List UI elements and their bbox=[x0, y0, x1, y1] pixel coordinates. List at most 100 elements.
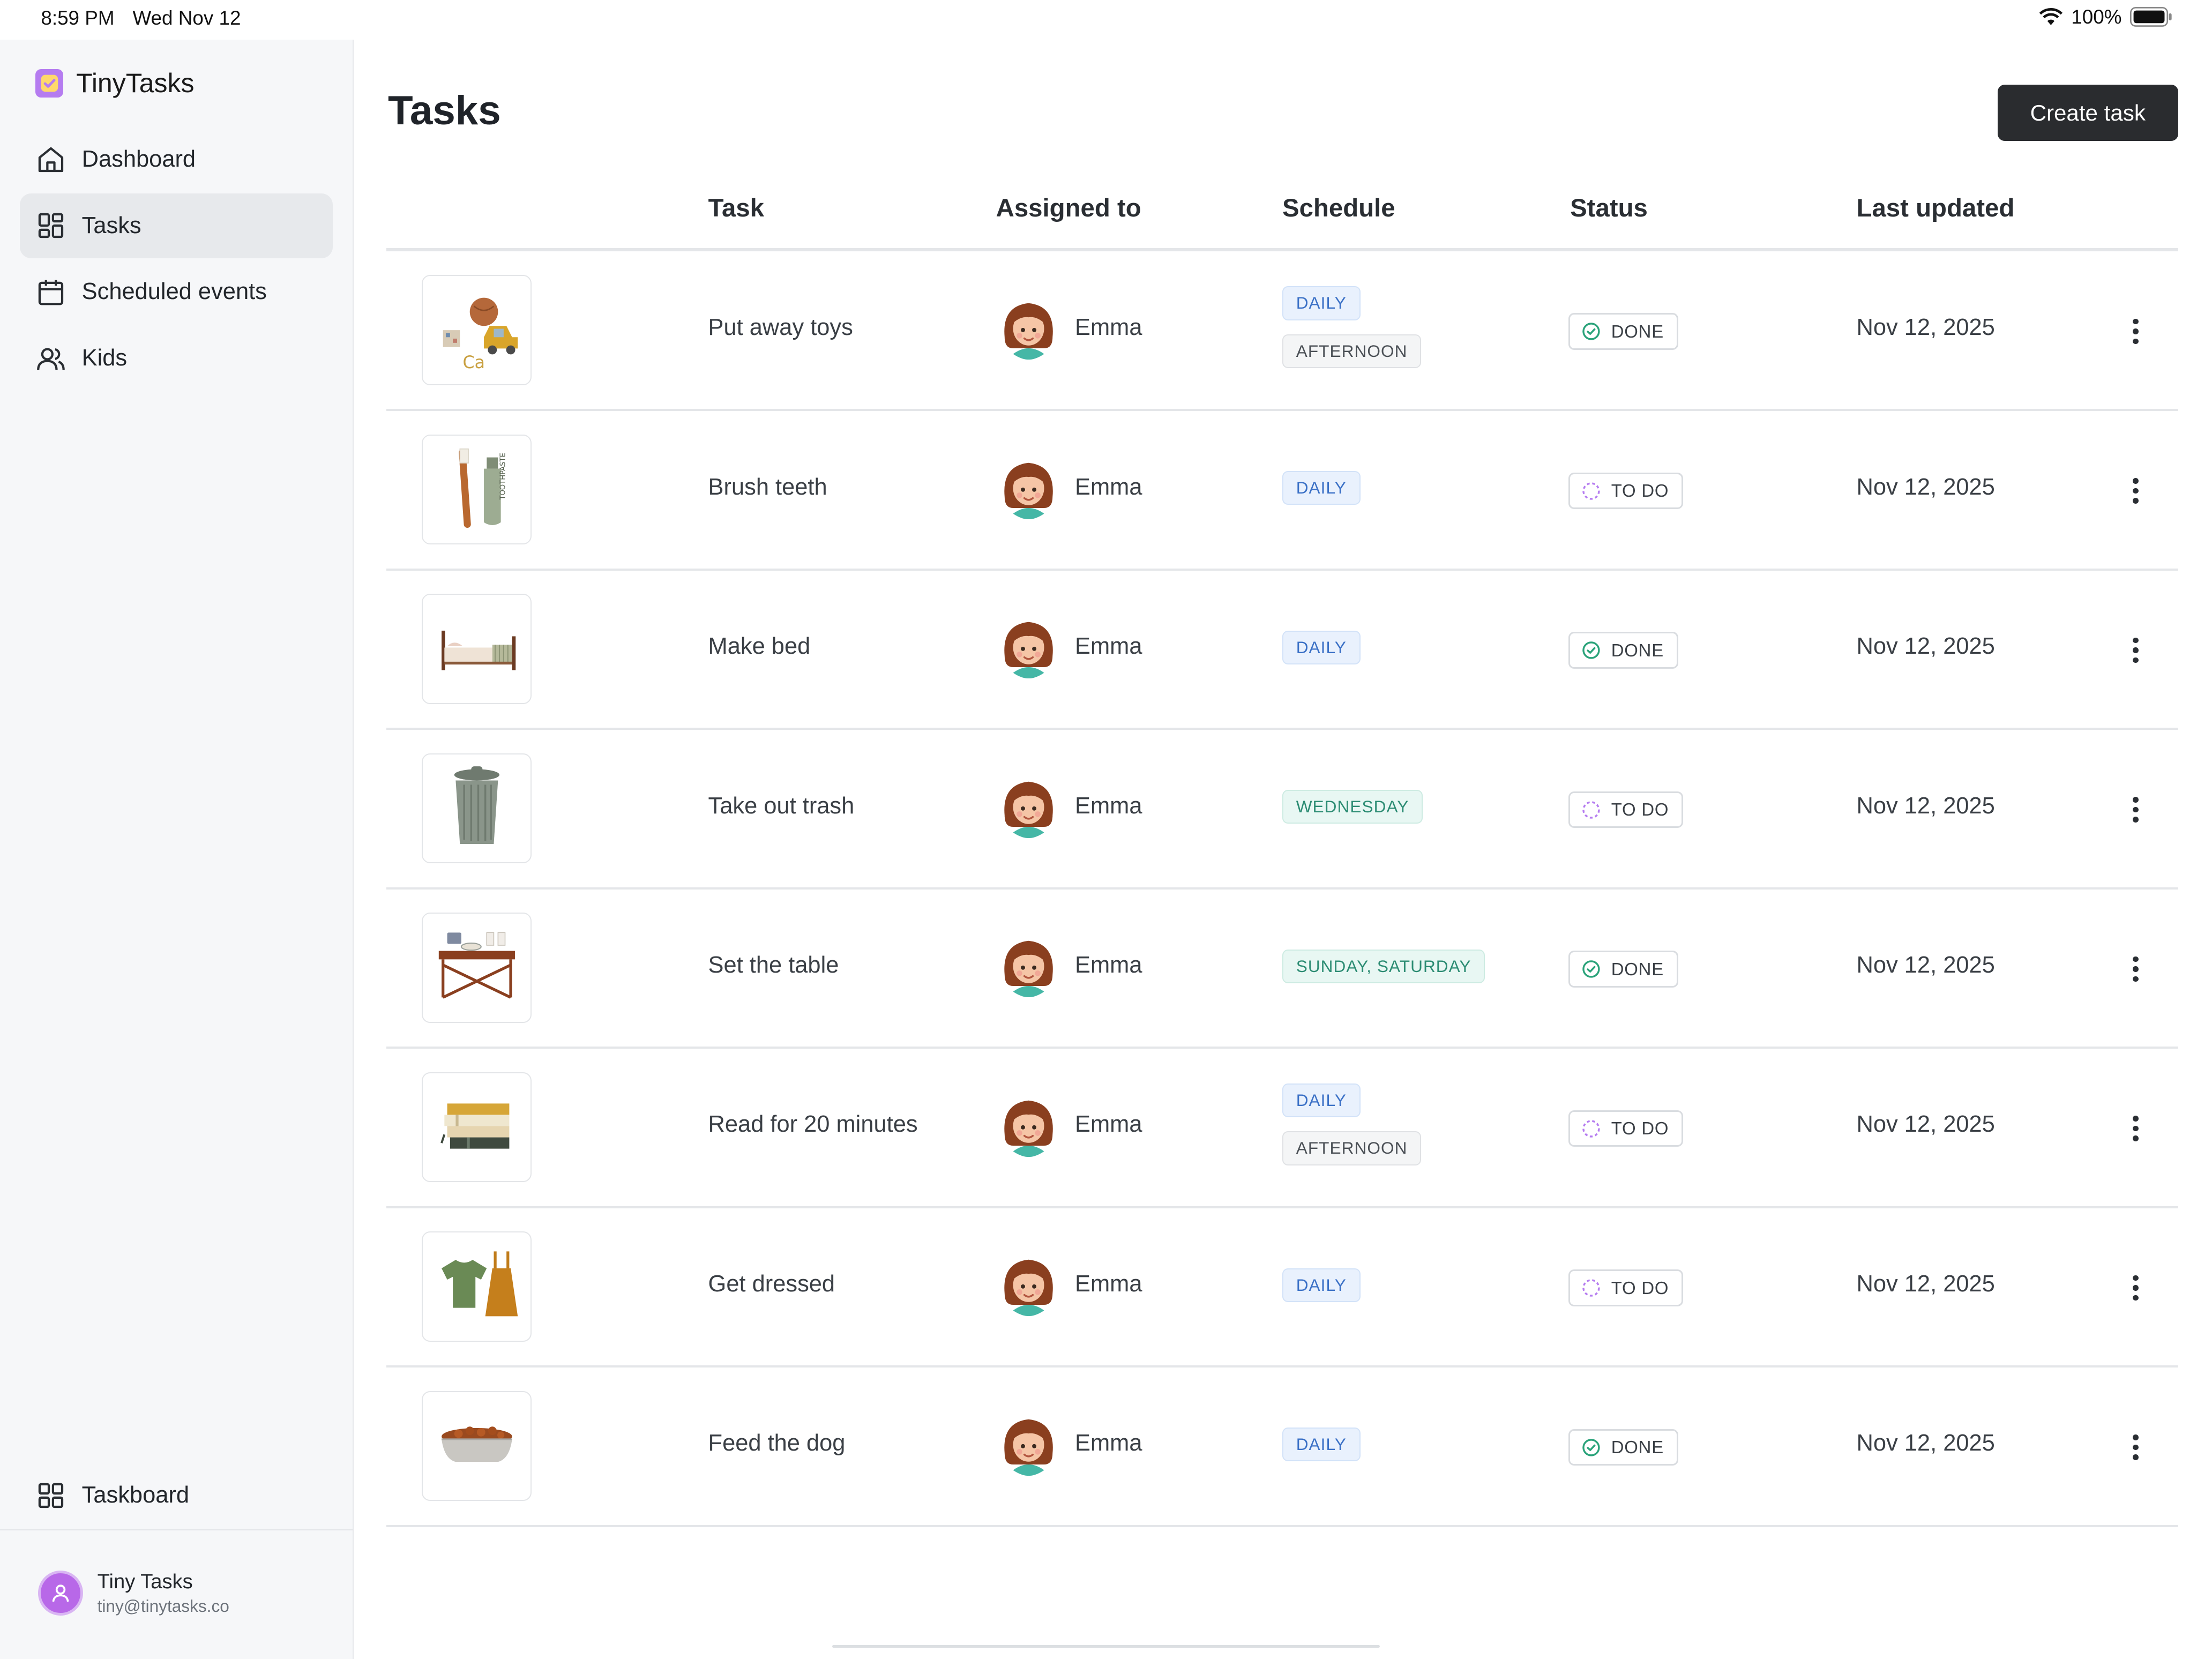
table-icon bbox=[430, 918, 524, 1017]
column-header-last-updated[interactable]: Last updated bbox=[1857, 193, 2015, 223]
status-date: Wed Nov 12 bbox=[132, 7, 241, 29]
column-header-status[interactable]: Status bbox=[1570, 193, 1648, 223]
status-badge[interactable]: DONE bbox=[1568, 632, 1678, 669]
table-row[interactable]: Read for 20 minutes Emma DAILY AFTERNOON TO … bbox=[386, 1048, 2178, 1207]
column-header-task[interactable]: Task bbox=[708, 193, 764, 223]
sidebar-item-taskboard[interactable]: Taskboard bbox=[20, 1463, 333, 1528]
table-row[interactable]: Get dressed Emma DAILY TO DO Nov 12, 2025 bbox=[386, 1208, 2178, 1367]
schedule-badge: WEDNESDAY bbox=[1282, 790, 1423, 824]
table-row[interactable]: Set the table Emma SUNDAY, SATURDAY DONE Nov… bbox=[386, 889, 2178, 1048]
users-icon bbox=[35, 343, 66, 374]
avatar bbox=[996, 932, 1061, 1003]
more-options-icon[interactable] bbox=[2125, 1429, 2147, 1466]
assignee-name: Emma bbox=[1075, 1430, 1142, 1456]
grid-icon bbox=[35, 210, 66, 241]
app-window: 8:59 PM Wed Nov 12 100% TinyTasks Dashbo… bbox=[0, 0, 2212, 1659]
trash-can-icon bbox=[430, 759, 524, 858]
avatar bbox=[996, 614, 1061, 684]
last-updated: Nov 12, 2025 bbox=[1856, 952, 1995, 978]
table-row[interactable]: TOOTHPASTE Brush teeth Emma DAILY TO DO Nov 1… bbox=[386, 410, 2178, 570]
app-name: TinyTasks bbox=[76, 68, 195, 99]
assignee-name: Emma bbox=[1075, 633, 1142, 660]
schedule-badge: AFTERNOON bbox=[1282, 1131, 1422, 1165]
column-header-assigned-to[interactable]: Assigned to bbox=[996, 193, 1141, 223]
status-badge[interactable]: DONE bbox=[1568, 1429, 1678, 1466]
status-bar: 8:59 PM Wed Nov 12 100% bbox=[0, 0, 2212, 40]
schedule-badge: AFTERNOON bbox=[1282, 334, 1422, 369]
status-badge[interactable]: DONE bbox=[1568, 313, 1678, 350]
status-badge[interactable]: TO DO bbox=[1568, 791, 1683, 828]
task-name[interactable]: Feed the dog bbox=[708, 1430, 846, 1456]
task-thumbnail: TOOTHPASTE bbox=[422, 434, 532, 545]
create-task-button[interactable]: Create task bbox=[1997, 84, 2178, 141]
user-profile[interactable]: Tiny Tasks tiny@tinytasks.co bbox=[38, 1570, 229, 1616]
sidebar-item-label: Dashboard bbox=[81, 146, 196, 172]
more-options-icon[interactable] bbox=[2125, 632, 2147, 668]
more-options-icon[interactable] bbox=[2125, 313, 2147, 349]
task-name[interactable]: Brush teeth bbox=[708, 474, 827, 500]
dashed-circle-icon bbox=[1581, 800, 1601, 820]
schedule-badge: DAILY bbox=[1282, 286, 1361, 320]
dashed-circle-icon bbox=[1581, 1119, 1601, 1139]
check-circle-icon bbox=[1581, 322, 1601, 341]
status-label: TO DO bbox=[1611, 481, 1669, 501]
calendar-icon bbox=[35, 276, 66, 308]
avatar bbox=[38, 1571, 84, 1616]
svg-text:TOOTHPASTE: TOOTHPASTE bbox=[499, 453, 507, 500]
task-name[interactable]: Set the table bbox=[708, 952, 839, 978]
more-options-icon[interactable] bbox=[2125, 1269, 2147, 1306]
home-icon bbox=[35, 144, 66, 175]
table-row[interactable]: Feed the dog Emma DAILY DONE Nov 12, 2025 bbox=[386, 1367, 2178, 1526]
schedule-badge: DAILY bbox=[1282, 1268, 1361, 1302]
column-header-schedule[interactable]: Schedule bbox=[1282, 193, 1395, 223]
last-updated: Nov 12, 2025 bbox=[1856, 474, 1995, 500]
task-thumbnail bbox=[422, 1231, 532, 1342]
task-thumbnail bbox=[422, 1072, 532, 1183]
assignee-name: Emma bbox=[1075, 474, 1142, 500]
battery-percent: 100% bbox=[2071, 5, 2122, 28]
status-badge[interactable]: TO DO bbox=[1568, 1269, 1683, 1306]
status-time: 8:59 PM bbox=[41, 7, 115, 29]
status-label: TO DO bbox=[1611, 1118, 1669, 1139]
clothes-icon bbox=[430, 1237, 524, 1336]
page-title: Tasks bbox=[387, 88, 501, 134]
sidebar-item-label: Tasks bbox=[81, 212, 141, 238]
sidebar-item-dashboard[interactable]: Dashboard bbox=[20, 127, 333, 192]
brand[interactable]: TinyTasks bbox=[35, 68, 195, 99]
task-name[interactable]: Put away toys bbox=[708, 315, 853, 341]
assignee-name: Emma bbox=[1075, 952, 1142, 978]
more-options-icon[interactable] bbox=[2125, 1110, 2147, 1147]
avatar bbox=[996, 1251, 1061, 1321]
task-name[interactable]: Get dressed bbox=[708, 1271, 835, 1297]
schedule-badge: DAILY bbox=[1282, 630, 1361, 664]
sidebar-item-tasks[interactable]: Tasks bbox=[19, 193, 333, 258]
check-circle-icon bbox=[1581, 640, 1601, 660]
task-thumbnail bbox=[422, 594, 532, 704]
avatar bbox=[996, 454, 1061, 525]
table-row[interactable]: Take out trash Emma WEDNESDAY TO DO Nov 12, … bbox=[386, 729, 2178, 888]
status-badge[interactable]: TO DO bbox=[1568, 472, 1683, 510]
more-options-icon[interactable] bbox=[2125, 791, 2147, 828]
status-badge[interactable]: TO DO bbox=[1568, 1110, 1683, 1147]
sidebar-item-label: Kids bbox=[81, 345, 128, 371]
table-row[interactable]: Ca Put away toys Emma DAILY AFTERNOON DONE Nov… bbox=[386, 251, 2178, 410]
user-name: Tiny Tasks bbox=[97, 1570, 193, 1594]
task-name[interactable]: Take out trash bbox=[708, 793, 855, 819]
toys-icon: Ca bbox=[430, 281, 524, 379]
wifi-icon bbox=[2039, 8, 2063, 26]
status-label: DONE bbox=[1611, 640, 1664, 660]
task-name[interactable]: Make bed bbox=[708, 633, 811, 660]
toothbrush-icon: TOOTHPASTE bbox=[430, 440, 524, 539]
task-name[interactable]: Read for 20 minutes bbox=[708, 1111, 918, 1138]
books-icon bbox=[430, 1078, 524, 1177]
dashed-circle-icon bbox=[1581, 1278, 1601, 1298]
status-badge[interactable]: DONE bbox=[1568, 951, 1678, 988]
more-options-icon[interactable] bbox=[2125, 473, 2147, 509]
assignee-name: Emma bbox=[1075, 793, 1142, 819]
status-label: DONE bbox=[1611, 1437, 1664, 1458]
sidebar-item-kids[interactable]: Kids bbox=[20, 326, 333, 391]
table-row[interactable]: Make bed Emma DAILY DONE Nov 12, 2025 bbox=[386, 570, 2178, 729]
sidebar-item-scheduled-events[interactable]: Scheduled events bbox=[20, 259, 333, 324]
more-options-icon[interactable] bbox=[2125, 951, 2147, 987]
status-label: DONE bbox=[1611, 321, 1664, 341]
